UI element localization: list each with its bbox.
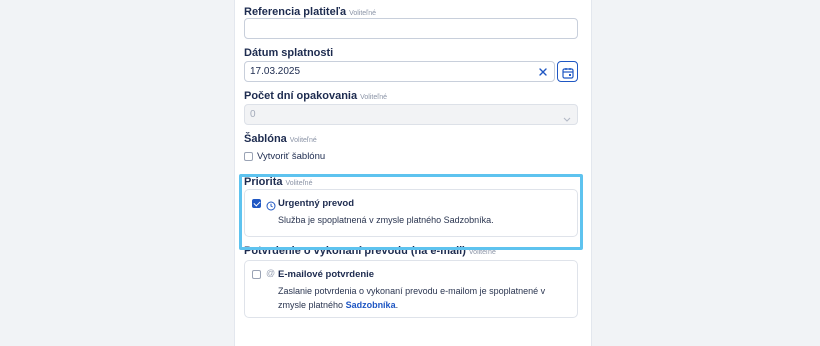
due-date-value: 17.03.2025 [250,66,301,77]
create-template-label: Vytvoriť šablónu [257,151,326,162]
email-confirmation-description: Zaslanie potvrdenia o vykonaní prevodu e… [278,284,573,312]
repeat-days-label-text: Počet dní opakovania [244,90,358,102]
template-label: Šablóna Voliteľné [244,133,317,145]
calendar-icon [562,66,574,79]
template-optional-tag: Voliteľné [289,137,317,144]
email-confirmation-desc-prefix: zmysle platného [278,300,344,310]
email-confirmation-option[interactable]: @ E-mailové potvrdenie Zaslanie potvrden… [244,260,578,318]
reference-input[interactable] [244,18,578,39]
at-icon: @ [266,268,276,278]
sadzobnik-link[interactable]: Sadzobníka [346,300,396,310]
repeat-days-optional-tag: Voliteľné [360,94,388,101]
repeat-days-label: Počet dní opakovania Voliteľné [244,90,387,102]
email-confirmation-checkbox[interactable] [252,270,261,279]
reference-label-text: Referencia platiteľa [244,6,347,18]
repeat-days-select[interactable]: 0 [244,104,578,125]
chevron-down-icon [563,110,571,122]
email-confirmation-desc-line2: zmysle platného Sadzobníka. [278,298,573,312]
email-confirmation-desc-suffix: . [395,300,399,310]
template-label-text: Šablóna [244,133,287,145]
repeat-days-value: 0 [250,109,256,120]
payment-form-card: Referencia platiteľa Voliteľné Dátum spla… [234,0,592,346]
email-confirmation-desc-line1: Zaslanie potvrdenia o vykonaní prevodu e… [278,286,546,296]
confirmation-optional-tag: Voliteľné [468,249,496,256]
priority-focus-highlight [239,174,583,250]
reference-optional-tag: Voliteľné [349,10,377,17]
create-template-checkbox[interactable] [244,152,253,161]
due-date-input[interactable]: 17.03.2025 [244,61,555,82]
reference-label: Referencia platiteľa Voliteľné [244,6,376,18]
email-confirmation-title: E-mailové potvrdenie [278,269,375,280]
due-date-label: Dátum splatnosti [244,47,334,59]
close-icon[interactable] [538,65,548,77]
calendar-button[interactable] [557,61,578,82]
